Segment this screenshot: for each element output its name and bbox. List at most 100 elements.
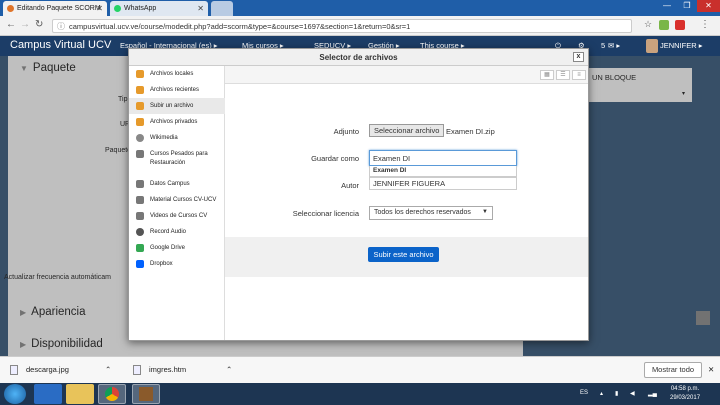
chevron-up-icon[interactable]: ⌃	[105, 365, 111, 374]
wikimedia-icon	[136, 134, 144, 142]
repo-datos-campus[interactable]: Datos Campus	[129, 176, 225, 192]
show-all-downloads-button[interactable]: Mostrar todo	[644, 362, 702, 378]
html-file-icon	[133, 365, 141, 376]
repo-dropbox[interactable]: Dropbox	[129, 256, 225, 272]
forward-icon[interactable]: →	[20, 19, 30, 30]
close-icon[interactable]: ✕	[708, 365, 714, 374]
author-input[interactable]: JENNIFER FIGUERA	[369, 177, 517, 190]
license-select[interactable]: Todos los derechos reservados ▼	[369, 206, 493, 220]
download-item[interactable]: descarga.jpg	[10, 365, 69, 376]
ie-taskbar-icon[interactable]	[34, 384, 62, 404]
private-files-icon	[136, 118, 144, 126]
chevron-down-icon: ▼	[482, 209, 488, 215]
choose-file-button[interactable]: Seleccionar archivo	[369, 124, 445, 137]
icon-view-icon[interactable]: ▦	[540, 70, 554, 80]
downloads-bar: descarga.jpg ⌃ imgres.htm ⌃ Mostrar todo…	[0, 356, 720, 383]
close-tab-icon[interactable]: ✕	[197, 4, 204, 13]
tab-title: Editando Paquete SCORM	[17, 5, 101, 12]
menu-icon[interactable]: ⋮	[700, 19, 710, 30]
browser-toolbar: ← → ↻ ⓘ campusvirtual.ucv.ve/course/mode…	[0, 16, 720, 36]
repo-label: Subir un archivo	[150, 103, 194, 109]
system-clock[interactable]: 04:58 p.m. 29/03/2017	[670, 385, 700, 403]
url-text: campusvirtual.ucv.ve/course/modedit.php?…	[69, 22, 411, 31]
download-file-name: imgres.htm	[149, 365, 187, 374]
repository-list: Archivos locales Archivos recientes Subi…	[129, 66, 225, 340]
bookmark-star-icon[interactable]: ☆	[644, 19, 652, 30]
repo-label: Datos Campus	[150, 181, 190, 187]
whatsapp-favicon-icon	[114, 5, 121, 12]
maximize-icon[interactable]: ❐	[677, 0, 697, 12]
server-icon	[136, 180, 144, 188]
chosen-file-name: Examen DI.zip	[446, 127, 495, 136]
license-label: Seleccionar licencia	[292, 209, 359, 218]
browser-tab-bar: Editando Paquete SCORM ✕ WhatsApp ✕ — ❐ …	[0, 0, 720, 16]
close-icon[interactable]: x	[573, 52, 584, 62]
repo-videos-cursos[interactable]: Videos de Cursos CV	[129, 208, 225, 224]
moodle-favicon-icon	[7, 5, 14, 12]
autocomplete-suggestion[interactable]: Examen DI	[369, 166, 517, 177]
repo-local-files[interactable]: Archivos locales	[129, 66, 225, 82]
tray-chevron-icon[interactable]: ▴	[600, 390, 603, 397]
download-item[interactable]: imgres.htm	[133, 365, 187, 376]
repo-label: Wikimedia	[150, 135, 178, 141]
save-as-label: Guardar como	[311, 154, 359, 163]
repo-label: Videos de Cursos CV	[150, 213, 208, 219]
close-window-icon[interactable]: ✕	[697, 0, 720, 12]
language-indicator[interactable]: ES	[580, 390, 588, 396]
repo-recent-files[interactable]: Archivos recientes	[129, 82, 225, 98]
repo-label: Material Cursos CV-UCV	[150, 197, 217, 203]
recent-icon	[136, 86, 144, 94]
server-icon	[136, 212, 144, 220]
site-info-icon[interactable]: ⓘ	[57, 21, 65, 32]
repo-record-audio[interactable]: Record Audio	[129, 224, 225, 240]
download-file-name: descarga.jpg	[26, 365, 69, 374]
app-taskbar-icon[interactable]	[132, 384, 160, 404]
extension-icon[interactable]	[675, 20, 685, 30]
upload-icon	[136, 102, 144, 110]
upload-footer: Subir este archivo	[225, 237, 588, 277]
signal-icon[interactable]: ▂▄	[648, 390, 657, 397]
reload-icon[interactable]: ↻	[35, 19, 43, 30]
extension-icon[interactable]	[659, 20, 669, 30]
site-brand[interactable]: Campus Virtual UCV	[10, 39, 111, 51]
file-picker-dialog: Selector de archivos x Archivos locales …	[128, 48, 589, 341]
address-bar[interactable]: ⓘ campusvirtual.ucv.ve/course/modedit.ph…	[52, 19, 632, 33]
user-menu[interactable]: JENNIFER ▸	[660, 41, 703, 50]
repo-label: Google Drive	[150, 245, 186, 251]
minimize-icon[interactable]: —	[657, 0, 677, 12]
repo-wikimedia[interactable]: Wikimedia	[129, 130, 225, 146]
save-as-input[interactable]: Examen DI	[369, 150, 517, 166]
server-icon	[136, 196, 144, 204]
list-view-icon[interactable]: ☰	[556, 70, 570, 80]
back-icon[interactable]: ←	[6, 19, 16, 30]
chrome-taskbar-icon[interactable]	[98, 384, 126, 404]
chrome-icon	[105, 387, 119, 401]
tree-view-icon[interactable]: ≡	[572, 70, 586, 80]
repo-material-cursos[interactable]: Material Cursos CV-UCV	[129, 192, 225, 208]
repo-private-files[interactable]: Archivos privados	[129, 114, 225, 130]
tab-editing-scorm[interactable]: Editando Paquete SCORM ✕	[3, 1, 107, 16]
network-icon[interactable]: ▮	[615, 390, 618, 397]
google-drive-icon	[136, 244, 144, 252]
close-tab-icon[interactable]: ✕	[96, 4, 103, 13]
repo-label: Cursos Pesados para Restauración	[150, 151, 208, 166]
explorer-taskbar-icon[interactable]	[66, 384, 94, 404]
folder-icon	[136, 70, 144, 78]
messages-count[interactable]: 5	[601, 41, 605, 50]
volume-icon[interactable]: ◀	[630, 390, 635, 397]
avatar[interactable]	[646, 39, 658, 53]
tab-whatsapp[interactable]: WhatsApp ✕	[110, 1, 208, 16]
repo-label: Archivos locales	[150, 71, 194, 77]
repo-upload-file[interactable]: Subir un archivo	[129, 98, 225, 114]
app-icon	[139, 387, 153, 401]
upload-file-button[interactable]: Subir este archivo	[368, 247, 439, 262]
repo-google-drive[interactable]: Google Drive	[129, 240, 225, 256]
repo-label: Dropbox	[150, 261, 173, 267]
start-button-icon[interactable]	[4, 384, 26, 404]
microphone-icon	[136, 228, 144, 236]
dialog-header: Selector de archivos x	[129, 49, 588, 66]
chevron-up-icon[interactable]: ⌃	[226, 365, 232, 374]
new-tab-button[interactable]	[211, 1, 233, 16]
repo-heavy-courses[interactable]: Cursos Pesados para Restauración	[129, 146, 225, 170]
envelope-icon[interactable]: ✉ ▸	[608, 41, 620, 50]
